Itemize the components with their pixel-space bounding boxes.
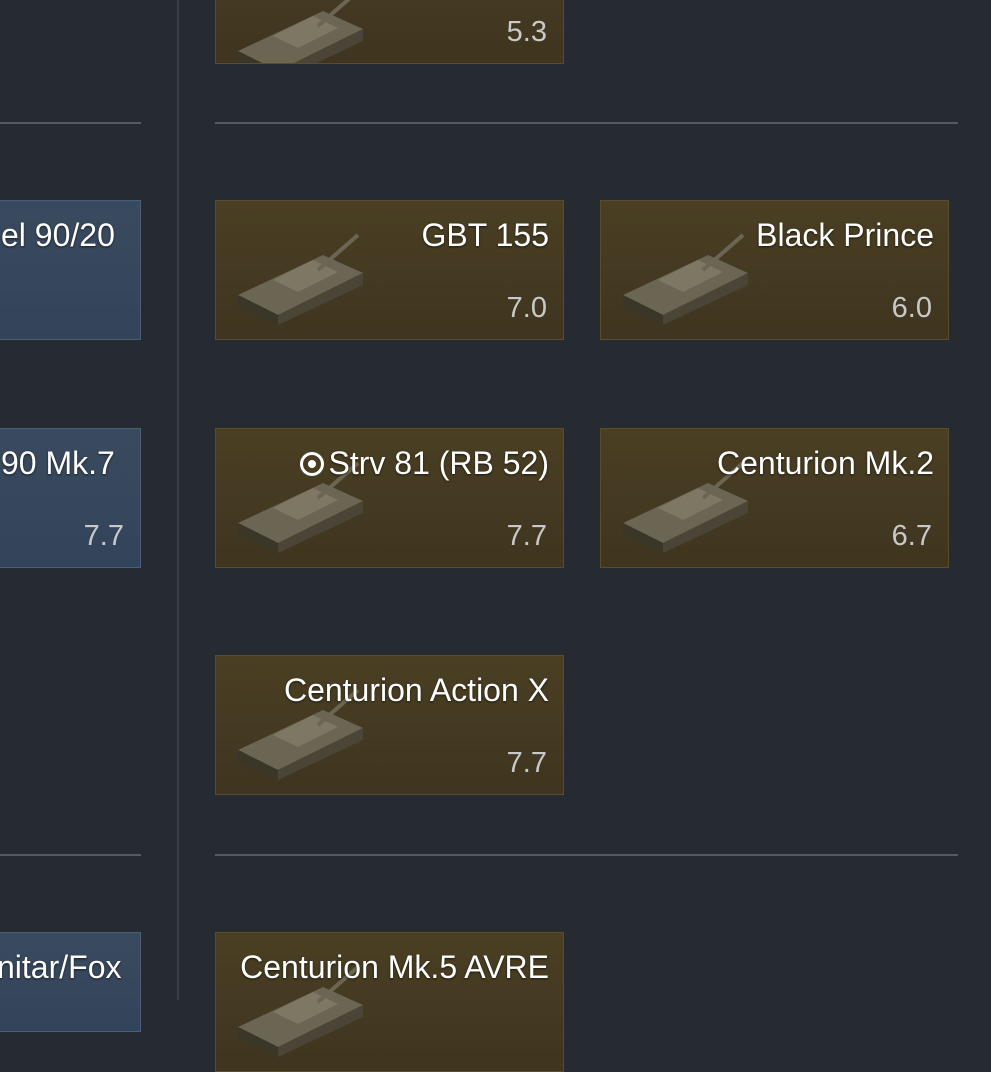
vehicle-name: Centurion Action X bbox=[283, 672, 549, 708]
battle-rating: 7.7 bbox=[506, 747, 547, 779]
vehicle-name: Centurion Mk.5 AVRE bbox=[240, 949, 549, 985]
vehicle-name: 90 Mk.7 bbox=[1, 445, 115, 481]
vehicle-card[interactable]: Centurion Mk.5 AVRE bbox=[215, 932, 564, 1072]
vehicle-card[interactable]: Centurion Mk.2 6.7 bbox=[600, 428, 949, 568]
vehicle-name: el 90/20 bbox=[1, 217, 115, 253]
vehicle-card[interactable]: Centurion Action X 7.7 bbox=[215, 655, 564, 795]
tank-icon bbox=[236, 0, 365, 63]
vehicle-name: Strv 81 (RB 52) bbox=[328, 445, 549, 481]
vehicle-name-row: Strv 81 (RB 52) bbox=[300, 443, 549, 483]
vehicle-name: nitar/Fox bbox=[0, 949, 122, 985]
left-rank-separator bbox=[0, 122, 141, 124]
right-rank-separator bbox=[215, 122, 958, 124]
vehicle-card[interactable]: GBT 155 7.0 bbox=[215, 200, 564, 340]
target-icon bbox=[300, 452, 325, 476]
battle-rating: 7.7 bbox=[506, 520, 547, 552]
vehicle-name: Centurion Mk.2 bbox=[717, 445, 934, 481]
vehicle-card[interactable]: 5.3 bbox=[215, 0, 564, 64]
vehicle-card[interactable]: 90 Mk.7 7.7 bbox=[0, 428, 141, 568]
vehicle-name: Black Prince bbox=[756, 217, 934, 253]
tank-icon bbox=[236, 233, 365, 327]
battle-rating: 6.0 bbox=[891, 292, 932, 324]
left-rank-separator bbox=[0, 854, 141, 856]
vehicle-card[interactable]: Black Prince 6.0 bbox=[600, 200, 949, 340]
vehicle-name: GBT 155 bbox=[421, 217, 549, 253]
battle-rating: 7.7 bbox=[83, 520, 124, 552]
vehicle-card[interactable]: el 90/20 bbox=[0, 200, 141, 340]
column-divider bbox=[177, 0, 179, 1000]
right-rank-separator bbox=[215, 854, 958, 856]
tank-icon bbox=[621, 233, 750, 327]
vehicle-card[interactable]: Strv 81 (RB 52) 7.7 bbox=[215, 428, 564, 568]
battle-rating: 6.7 bbox=[891, 520, 932, 552]
battle-rating: 5.3 bbox=[506, 16, 547, 48]
battle-rating: 7.0 bbox=[506, 292, 547, 324]
vehicle-card[interactable]: nitar/Fox bbox=[0, 932, 141, 1032]
